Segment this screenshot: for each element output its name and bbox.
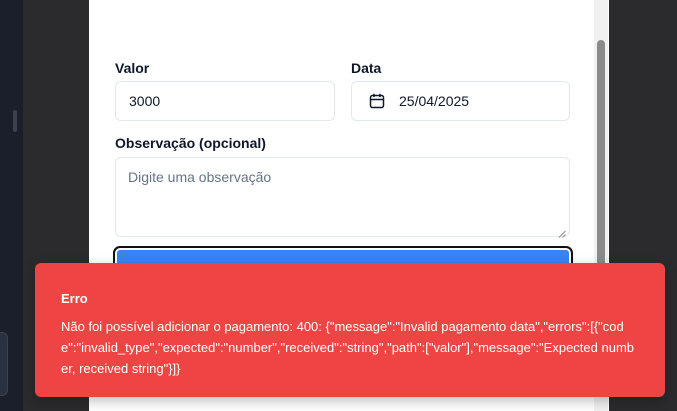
date-value: 25/04/2025: [399, 93, 470, 109]
observacao-placeholder: Digite uma observação: [128, 169, 272, 185]
error-toast[interactable]: Erro Não foi possível adicionar o pagame…: [35, 263, 665, 397]
date-picker-button[interactable]: 25/04/2025: [351, 81, 570, 121]
toast-title: Erro: [61, 291, 88, 306]
data-label: Data: [351, 60, 382, 76]
calendar-icon: [369, 93, 385, 109]
valor-input-value: 3000: [129, 93, 161, 109]
app-sidebar-edge: [0, 0, 23, 411]
toast-message: Não foi possível adicionar o pagamento: …: [61, 319, 635, 376]
observacao-textarea[interactable]: Digite uma observação: [115, 157, 570, 238]
observacao-label: Observação (opcional): [115, 135, 266, 151]
textarea-resize-icon[interactable]: [558, 225, 566, 238]
valor-label: Valor: [115, 60, 150, 76]
dialog-scrollbar-thumb[interactable]: [597, 40, 605, 268]
sidebar-collapsed-panel[interactable]: [0, 332, 8, 396]
sidebar-resize-grip[interactable]: [13, 110, 17, 132]
valor-input[interactable]: 3000: [115, 81, 335, 121]
